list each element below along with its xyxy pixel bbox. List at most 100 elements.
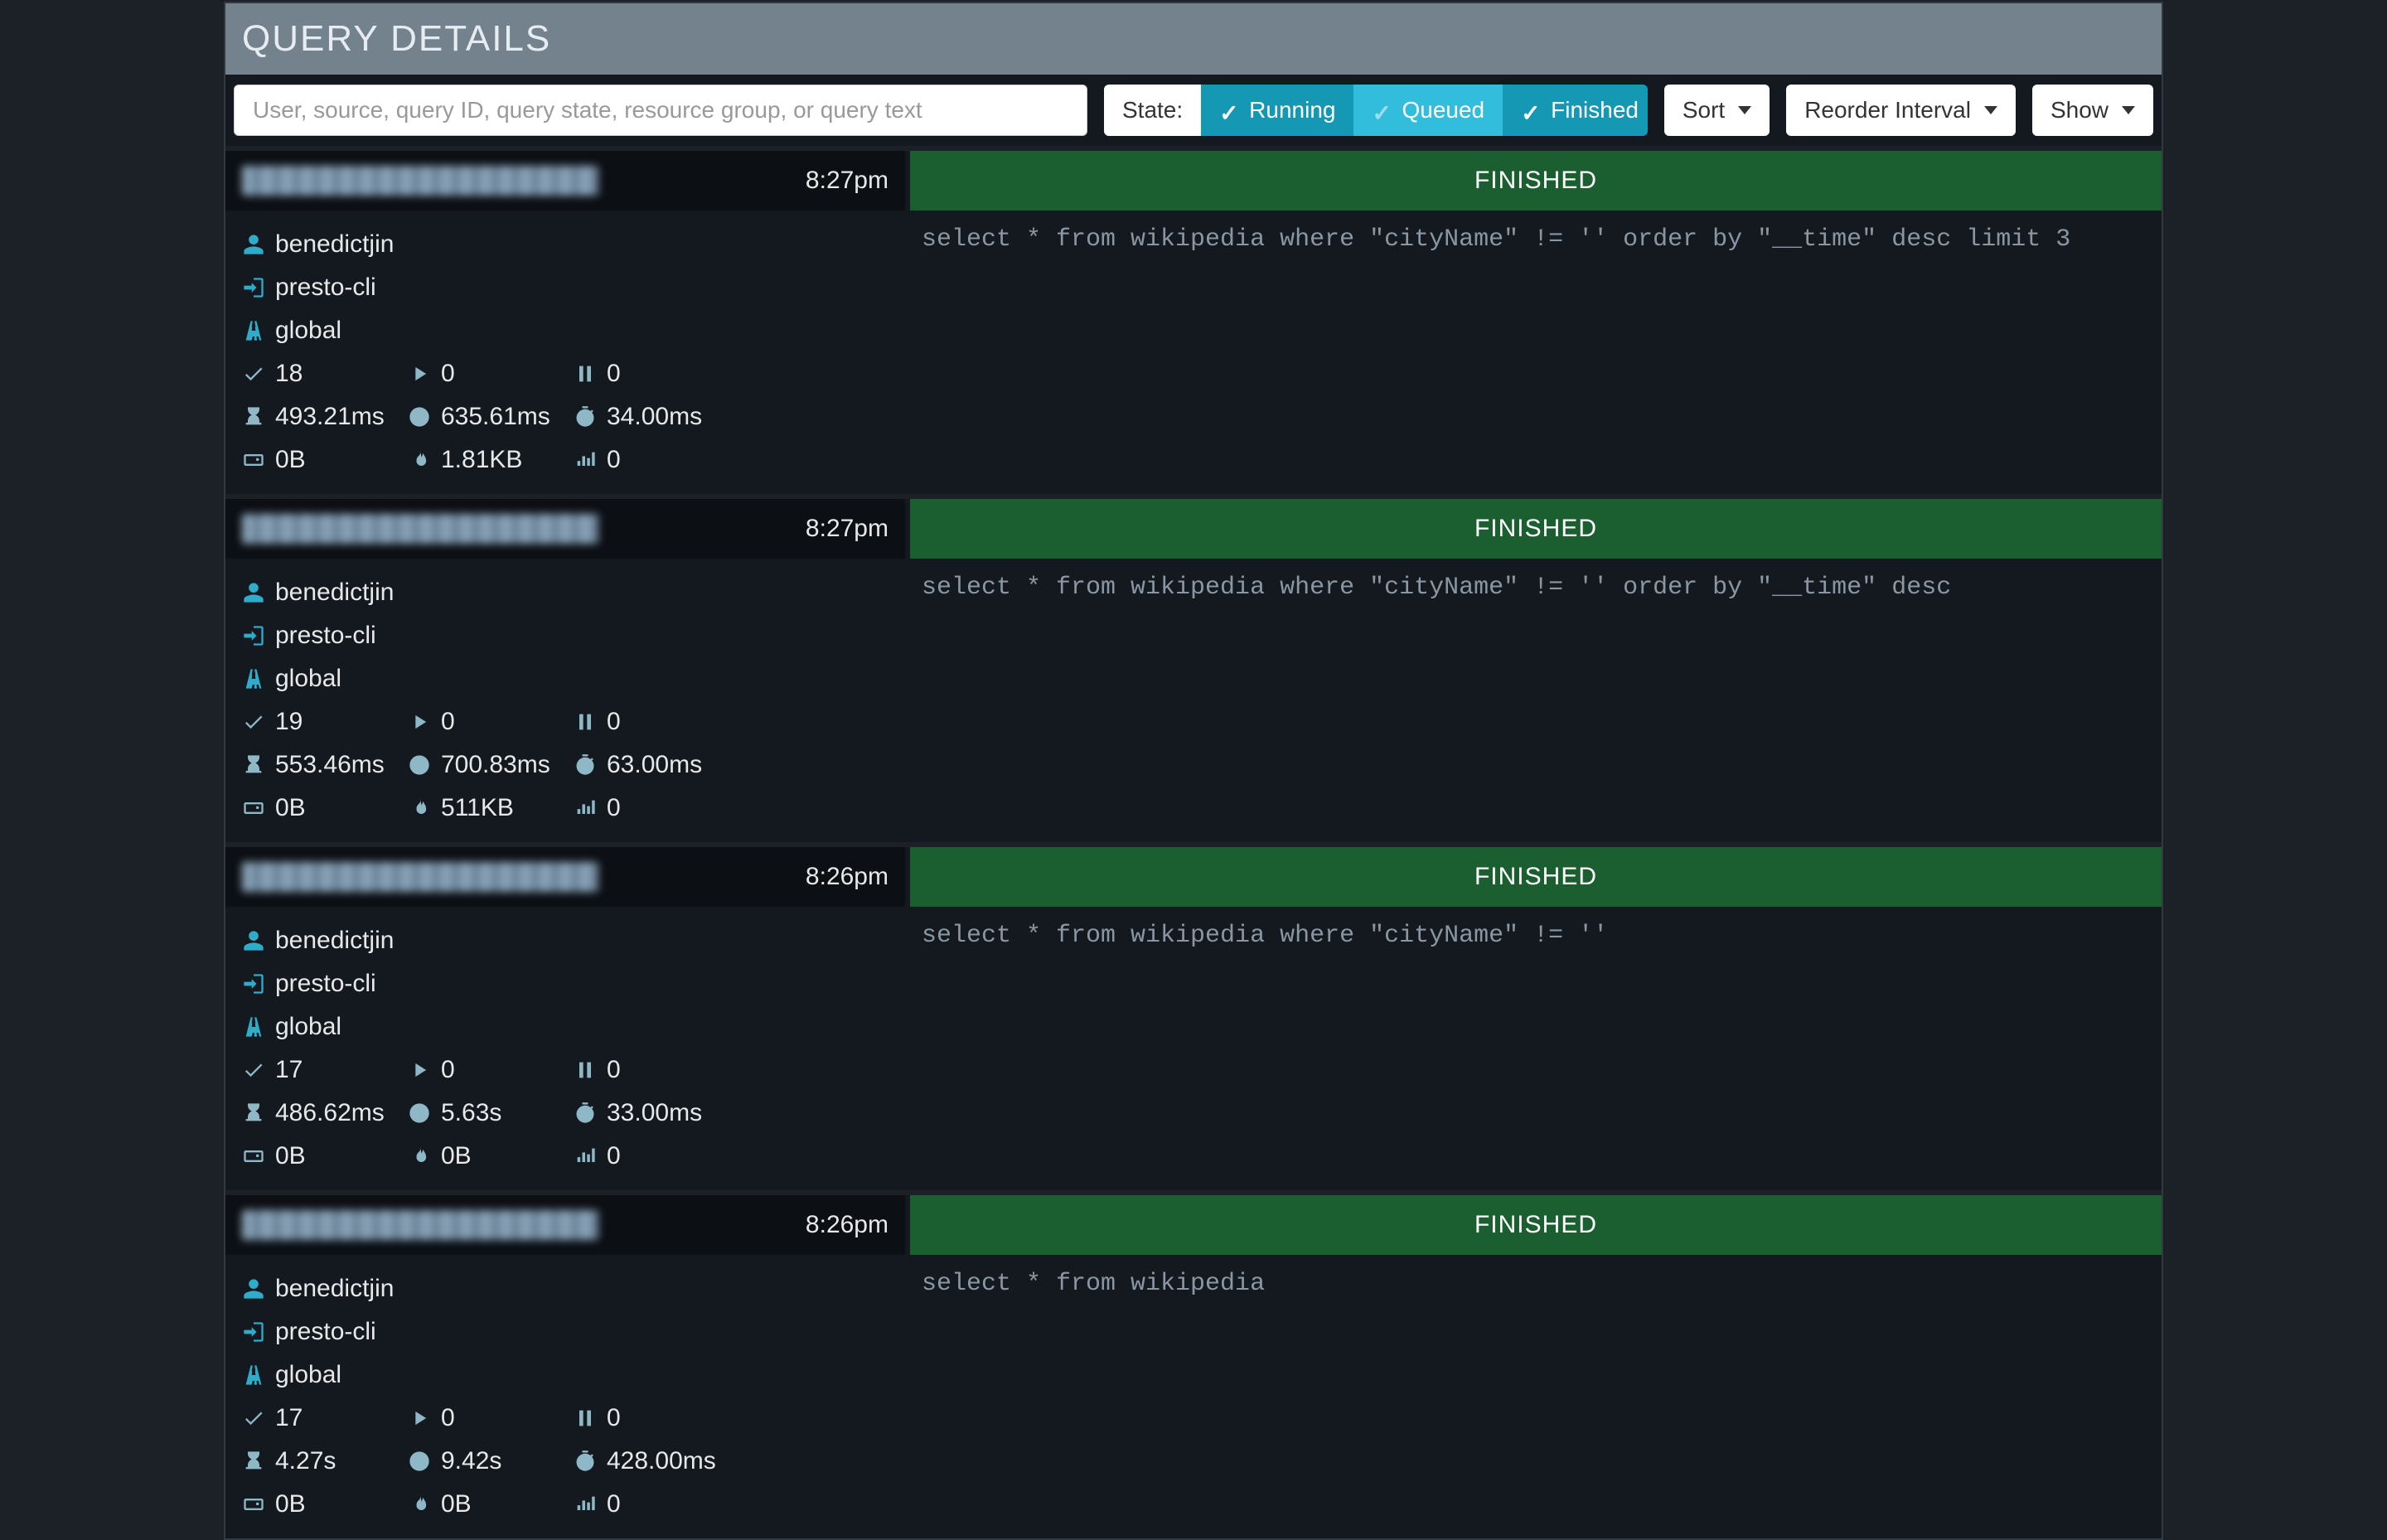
- query-id-redacted: [242, 166, 598, 196]
- filter-queued-button[interactable]: Queued: [1353, 85, 1503, 136]
- rows-read: 0: [607, 1490, 621, 1518]
- user-icon: [242, 929, 265, 952]
- hourglass-icon: [242, 753, 265, 777]
- reorder-interval-button[interactable]: Reorder Interval: [1786, 85, 2016, 136]
- query-group: global: [275, 1361, 341, 1389]
- bars-icon: [574, 1145, 597, 1168]
- hdd-icon: [242, 448, 265, 472]
- check-icon: [1372, 99, 1393, 121]
- query-id-redacted: [242, 862, 598, 892]
- query-row: 8:26pm FINISHED benedictjin presto-cli g…: [225, 1195, 2162, 1538]
- show-button[interactable]: Show: [2032, 85, 2153, 136]
- rows-read: 0: [607, 794, 621, 822]
- planning-time: 63.00ms: [607, 751, 702, 779]
- hdd-icon: [242, 1493, 265, 1516]
- planning-time: 34.00ms: [607, 403, 702, 431]
- query-id-redacted: [242, 1210, 598, 1240]
- query-user: benedictjin: [275, 927, 394, 955]
- query-status: FINISHED: [910, 1195, 2162, 1255]
- queued-splits: 0: [607, 360, 621, 388]
- filter-running-button[interactable]: Running: [1201, 85, 1353, 136]
- search-input[interactable]: [234, 85, 1087, 136]
- reorder-label: Reorder Interval: [1804, 97, 1971, 123]
- query-id-redacted: [242, 514, 598, 544]
- caret-down-icon: [1984, 106, 1997, 114]
- bars-icon: [574, 1493, 597, 1516]
- query-time: 8:26pm: [806, 1211, 888, 1239]
- fire-icon: [408, 448, 431, 472]
- pause-icon: [574, 362, 597, 385]
- query-row: 8:27pm FINISHED benedictjin presto-cli g…: [225, 151, 2162, 494]
- login-icon: [242, 972, 265, 995]
- stopwatch-icon: [574, 1450, 597, 1473]
- completed-splits: 19: [275, 708, 303, 736]
- query-text: select * from wikipedia: [905, 1270, 2162, 1298]
- completed-splits: 18: [275, 360, 303, 388]
- query-id-box[interactable]: 8:26pm: [225, 1195, 905, 1255]
- clock-icon: [408, 1450, 431, 1473]
- play-icon: [408, 1058, 431, 1082]
- road-icon: [242, 1363, 265, 1387]
- elapsed-time: 493.21ms: [275, 403, 385, 431]
- elapsed-time: 4.27s: [275, 1447, 336, 1475]
- query-text: select * from wikipedia where "cityName"…: [905, 574, 2162, 602]
- completed-splits: 17: [275, 1404, 303, 1432]
- user-icon: [242, 1277, 265, 1300]
- query-row: 8:26pm FINISHED benedictjin presto-cli g…: [225, 847, 2162, 1190]
- filter-finished-button[interactable]: Finished: [1503, 85, 1648, 136]
- check-icon: [242, 1058, 265, 1082]
- query-id-box[interactable]: 8:27pm: [225, 151, 905, 211]
- cpu-time: 9.42s: [441, 1447, 501, 1475]
- stopwatch-icon: [574, 405, 597, 429]
- queued-splits: 0: [607, 1404, 621, 1432]
- query-status: FINISHED: [910, 151, 2162, 211]
- queued-splits: 0: [607, 708, 621, 736]
- caret-down-icon: [1738, 106, 1751, 114]
- query-meta: benedictjin presto-cli global 18 0 0 493…: [225, 225, 905, 479]
- query-id-box[interactable]: 8:26pm: [225, 847, 905, 907]
- stopwatch-icon: [574, 753, 597, 777]
- clock-icon: [408, 1102, 431, 1125]
- query-source: presto-cli: [275, 274, 376, 302]
- fire-icon: [408, 797, 431, 820]
- data-read: 0B: [441, 1490, 472, 1518]
- hourglass-icon: [242, 405, 265, 429]
- state-filter-group: State: Running Queued Finished Failed: [1104, 85, 1648, 136]
- play-icon: [408, 362, 431, 385]
- clock-icon: [408, 753, 431, 777]
- planning-time: 428.00ms: [607, 1447, 716, 1475]
- bars-icon: [574, 797, 597, 820]
- query-source: presto-cli: [275, 1318, 376, 1346]
- query-group: global: [275, 317, 341, 345]
- data-read: 1.81KB: [441, 446, 522, 474]
- filter-finished-label: Finished: [1551, 97, 1639, 123]
- sort-label: Sort: [1683, 97, 1725, 123]
- query-id-box[interactable]: 8:27pm: [225, 499, 905, 559]
- elapsed-time: 486.62ms: [275, 1099, 385, 1127]
- query-group: global: [275, 1013, 341, 1041]
- peak-memory: 0B: [275, 1490, 306, 1518]
- bars-icon: [574, 448, 597, 472]
- login-icon: [242, 276, 265, 299]
- pause-icon: [574, 1407, 597, 1430]
- query-user: benedictjin: [275, 1275, 394, 1303]
- clock-icon: [408, 405, 431, 429]
- query-group: global: [275, 665, 341, 693]
- data-read: 0B: [441, 1142, 472, 1170]
- user-icon: [242, 233, 265, 256]
- elapsed-time: 553.46ms: [275, 751, 385, 779]
- check-icon: [1219, 99, 1241, 121]
- sort-button[interactable]: Sort: [1664, 85, 1770, 136]
- peak-memory: 0B: [275, 446, 306, 474]
- query-time: 8:27pm: [806, 515, 888, 543]
- query-time: 8:26pm: [806, 863, 888, 891]
- hourglass-icon: [242, 1102, 265, 1125]
- query-user: benedictjin: [275, 579, 394, 607]
- hdd-icon: [242, 1145, 265, 1168]
- show-label: Show: [2050, 97, 2109, 123]
- query-meta: benedictjin presto-cli global 19 0 0 553…: [225, 574, 905, 827]
- query-source: presto-cli: [275, 622, 376, 650]
- hourglass-icon: [242, 1450, 265, 1473]
- caret-down-icon: [2122, 106, 2135, 114]
- user-icon: [242, 581, 265, 604]
